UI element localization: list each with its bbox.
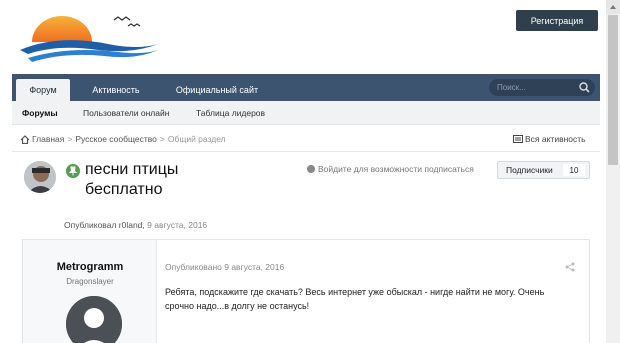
breadcrumb-separator: > bbox=[67, 134, 73, 144]
breadcrumb-community[interactable]: Русское сообщество bbox=[75, 134, 157, 144]
post: Metrogramm Dragonslayer Опубликовано 9 а… bbox=[22, 239, 590, 343]
breadcrumb-separator: > bbox=[159, 134, 165, 144]
scroll-up-arrow-icon[interactable] bbox=[606, 0, 620, 14]
post-body: Ребята, подскажите где скачать? Весь инт… bbox=[165, 287, 545, 311]
search-box bbox=[489, 79, 595, 96]
subnav-online-users[interactable]: Пользователи онлайн bbox=[83, 101, 169, 124]
breadcrumb-home[interactable]: Главная bbox=[32, 134, 64, 144]
subscribers-label: Подписчики bbox=[506, 165, 553, 175]
topic-author-avatar[interactable] bbox=[24, 161, 56, 193]
topic-author-link[interactable]: r0land, bbox=[119, 220, 145, 230]
tab-forum[interactable]: Форум bbox=[16, 79, 70, 101]
post-author-name[interactable]: Metrogramm bbox=[23, 261, 157, 273]
main-nav: Форум Активность Официальный сайт bbox=[12, 74, 600, 101]
breadcrumb: Главная > Русское сообщество > Общий раз… bbox=[20, 133, 226, 145]
info-icon bbox=[307, 165, 315, 173]
search-input[interactable] bbox=[497, 81, 577, 94]
site-header: Регистрация bbox=[0, 0, 620, 74]
search-icon[interactable] bbox=[578, 81, 591, 94]
scroll-thumb[interactable] bbox=[608, 15, 618, 165]
subscribers-count: 10 bbox=[563, 164, 585, 176]
follow-note-text[interactable]: Войдите для возможности подписаться bbox=[318, 164, 474, 174]
divider bbox=[12, 151, 600, 152]
topic-title: песни птицы бесплатно bbox=[85, 161, 179, 198]
all-activity-label: Вся активность bbox=[525, 134, 586, 144]
topic-date: 9 августа, 2016 bbox=[147, 220, 208, 230]
share-icon[interactable] bbox=[565, 262, 575, 272]
post-author-rank: Dragonslayer bbox=[66, 277, 114, 286]
tab-official-site[interactable]: Официальный сайт bbox=[162, 79, 272, 101]
subnav-forums[interactable]: Форумы bbox=[22, 101, 58, 124]
posted-by-prefix: Опубликовал bbox=[64, 220, 117, 230]
home-icon bbox=[20, 134, 30, 144]
subnav-leaderboard[interactable]: Таблица лидеров bbox=[196, 101, 265, 124]
activity-icon bbox=[513, 135, 523, 143]
all-activity-link[interactable]: Вся активность bbox=[513, 133, 586, 145]
site-logo[interactable] bbox=[18, 10, 163, 64]
breadcrumb-current: Общий раздел bbox=[167, 134, 226, 144]
pin-icon bbox=[66, 164, 80, 178]
topic-posted-by: Опубликовал r0land, 9 августа, 2016 bbox=[64, 220, 207, 230]
register-button[interactable]: Регистрация bbox=[516, 10, 598, 31]
post-author-column: Metrogramm Dragonslayer bbox=[23, 240, 157, 343]
subscribers-button[interactable]: Подписчики 10 bbox=[497, 161, 590, 179]
post-meta: Опубликовано 9 августа, 2016 bbox=[165, 262, 285, 272]
post-author-avatar[interactable] bbox=[66, 296, 122, 343]
sub-nav: Форумы Пользователи онлайн Таблица лидер… bbox=[12, 101, 600, 125]
scrollbar[interactable] bbox=[606, 0, 620, 343]
tab-activity[interactable]: Активность bbox=[78, 79, 154, 101]
follow-note: Войдите для возможности подписаться bbox=[307, 164, 474, 174]
